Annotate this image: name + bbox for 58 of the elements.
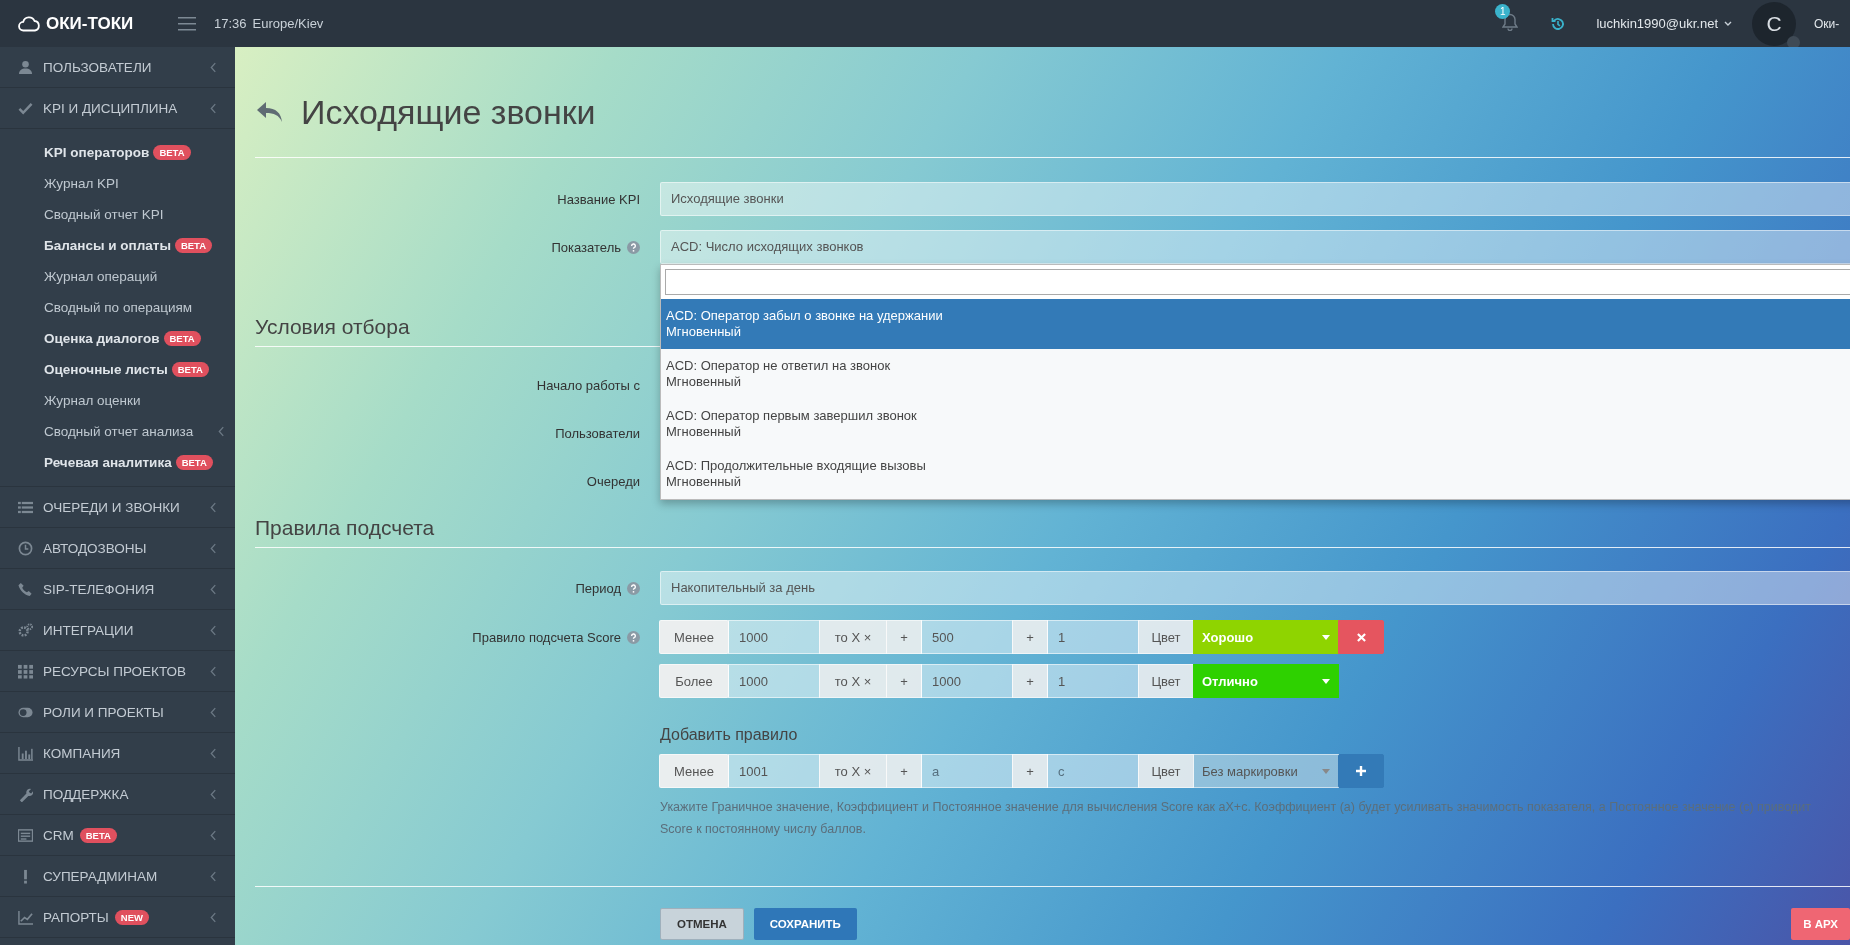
option-subtitle: Мгновенный [666, 374, 742, 390]
link-text: Журнал операций [44, 268, 158, 285]
marking-text: Без маркировки [1202, 763, 1298, 779]
badge: BETA [163, 331, 201, 346]
field-label: Период [575, 580, 621, 596]
link-text: Журнал оценки [44, 392, 141, 409]
color-label: Цвет [1138, 664, 1194, 698]
plus-label: + [886, 754, 922, 788]
color-label: Цвет [1138, 620, 1194, 654]
link-text: Оценочные листы [44, 361, 168, 378]
link-text: Балансы и оплаты [44, 237, 171, 254]
field-label: Начало работы с [536, 377, 640, 393]
timezone-text: Europe/Kiev [252, 16, 324, 31]
link-text: Сводный отчет анализа [44, 423, 194, 440]
option-title: ACD: Оператор первым завершил звонок [666, 408, 918, 424]
section-heading: Условия отбора [255, 314, 410, 340]
help-text: Укажите Граничное значение, Коэффициент и Постоянное значение для вычисления Score как aX+c. Коэффициент (a) будет усиливать значимость показателя, а Постоянное значение (c) приводит Score к постоянному числу баллов. [660, 799, 1812, 838]
section-heading: Правила подсчета [255, 515, 435, 541]
time-text: 17:36 [214, 16, 247, 31]
option-title: ACD: Оператор не ответил на звонок [666, 358, 892, 374]
option-subtitle: Мгновенный [666, 324, 742, 340]
multiplier-label: то X × [819, 664, 887, 698]
link-text: Речевая аналитика [44, 454, 172, 471]
link-text: Журнал KPI [44, 175, 119, 192]
plus-label: + [1012, 754, 1048, 788]
option-title: ACD: Оператор забыл о звонке на удержании [666, 308, 944, 324]
field-label: Название KPI [557, 191, 640, 207]
option-title: ACD: Продолжительные входящие вызовы [666, 458, 927, 474]
plus-label: + [886, 664, 922, 698]
link-text: Сводный по операциям [44, 299, 193, 316]
field-label: Очереди [586, 473, 640, 489]
badge: NEW [114, 909, 149, 925]
subsection-heading: Добавить правило [660, 725, 799, 745]
link-text: KPI операторов [44, 144, 150, 161]
badge: BETA [174, 238, 213, 253]
badge: BETA [175, 455, 213, 470]
marking-text: Хорошо [1202, 629, 1254, 645]
plus-label: + [886, 620, 922, 654]
multiplier-label: то X × [819, 620, 887, 654]
field-label: Правило подсчета Score [472, 629, 621, 645]
plus-label: + [1012, 664, 1048, 698]
logo-text: ОКИ-ТОКИ [46, 13, 134, 34]
option-subtitle: Мгновенный [666, 424, 742, 440]
badge: BETA [153, 145, 191, 160]
field-label: Пользователи [555, 425, 640, 441]
option-subtitle: Мгновенный [666, 474, 742, 490]
multiplier-label: то X × [819, 754, 887, 788]
field-label: Показатель [551, 239, 621, 255]
color-label: Цвет [1138, 754, 1194, 788]
company-name: Оки- [1814, 16, 1841, 31]
marking-text: Отлично [1202, 673, 1258, 689]
plus-label: + [1012, 620, 1048, 654]
notification-badge: 1 [1495, 4, 1511, 19]
badge: BETA [79, 827, 117, 843]
badge: BETA [171, 362, 209, 377]
link-text: Сводный отчет KPI [44, 206, 164, 223]
page-title: Исходящие звонки [301, 92, 596, 133]
link-text: Оценка диалогов [44, 330, 160, 347]
